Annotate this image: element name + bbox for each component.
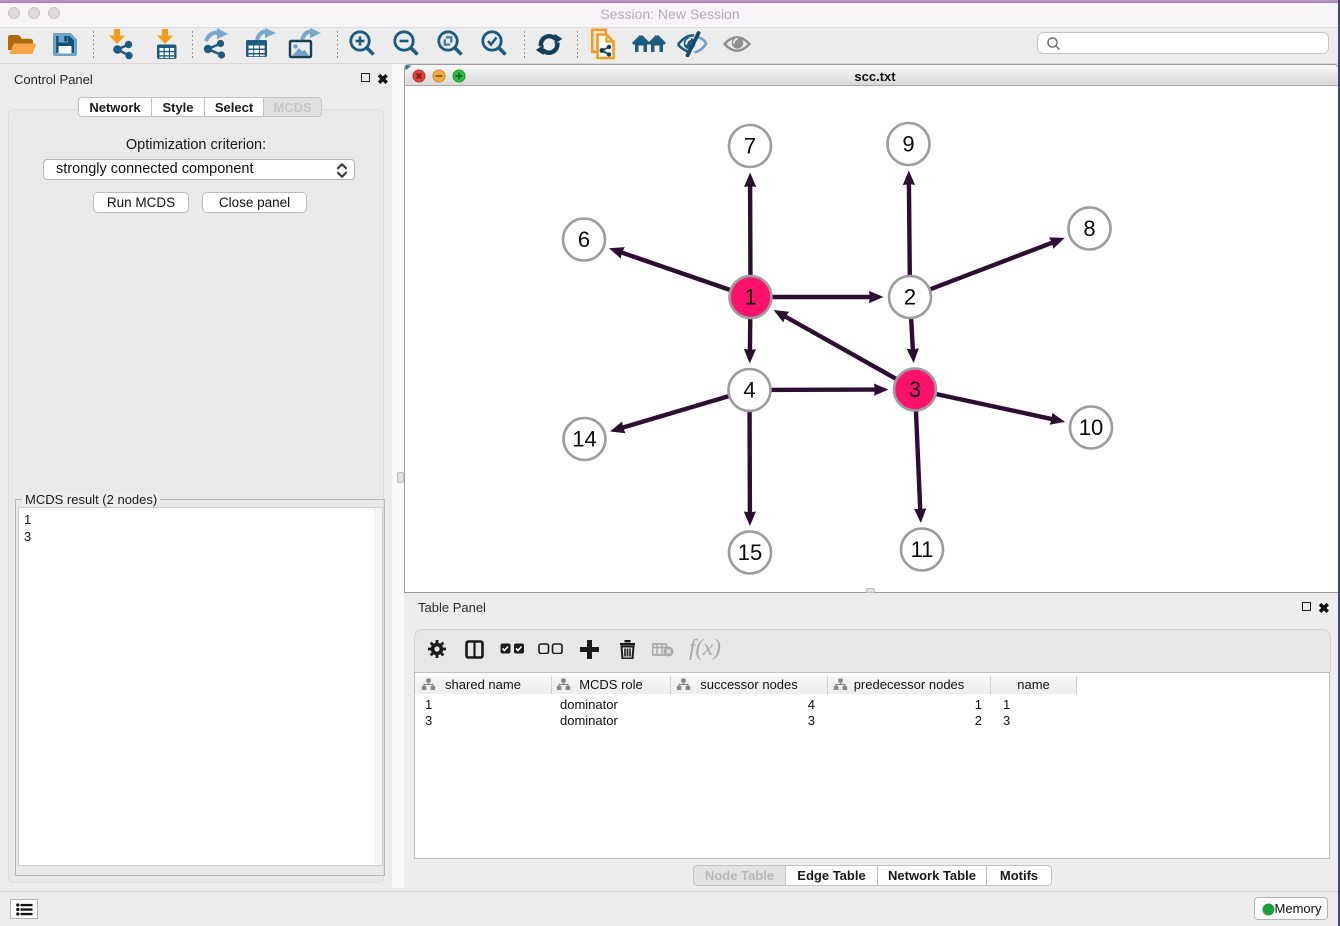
svg-text:2: 2 bbox=[904, 285, 916, 310]
svg-text:1: 1 bbox=[744, 285, 756, 310]
svg-text:6: 6 bbox=[578, 227, 590, 252]
svg-text:3: 3 bbox=[909, 377, 921, 402]
svg-text:10: 10 bbox=[1079, 415, 1103, 440]
svg-text:9: 9 bbox=[902, 132, 914, 157]
svg-text:4: 4 bbox=[743, 378, 755, 403]
svg-text:14: 14 bbox=[572, 427, 596, 452]
svg-text:15: 15 bbox=[738, 540, 762, 565]
svg-text:11: 11 bbox=[911, 537, 934, 562]
svg-text:7: 7 bbox=[744, 134, 756, 159]
svg-text:8: 8 bbox=[1083, 216, 1095, 241]
